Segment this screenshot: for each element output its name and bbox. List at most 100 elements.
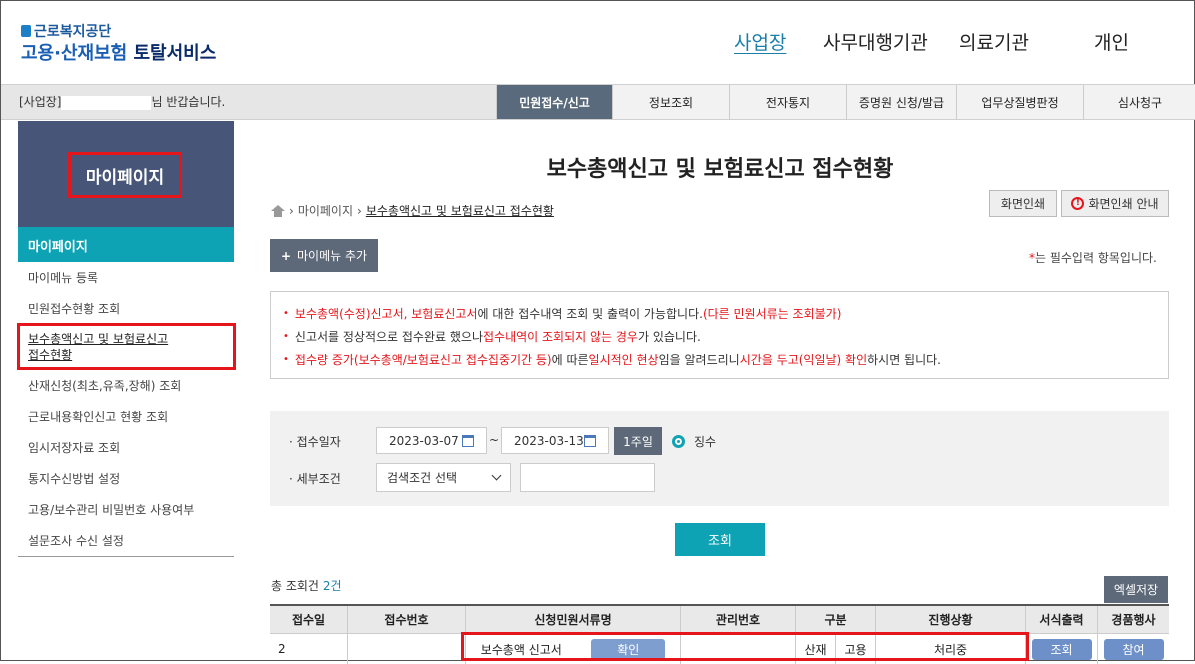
notice-3b: 에 따른: [551, 353, 589, 367]
print-guide-button[interactable]: ! 화면인쇄 안내: [1061, 190, 1169, 217]
notice-3e: 시간을 두고(익일날) 확인: [739, 353, 868, 367]
tab-civil-filing[interactable]: 민원접수/신고: [496, 85, 612, 119]
nav-personal[interactable]: 개인: [1094, 28, 1129, 55]
event-join-button[interactable]: 참여: [1103, 638, 1164, 660]
org-name: 근로복지공단: [34, 24, 112, 40]
date-to-input[interactable]: 2023-03-13: [501, 427, 609, 454]
logo-icon: [21, 25, 31, 37]
alert-icon: !: [1071, 197, 1085, 210]
radio-selected-icon[interactable]: [672, 435, 685, 448]
service-name-blue: 고용·산재보험: [21, 43, 128, 64]
nav-medical[interactable]: 의료기관: [959, 28, 1029, 55]
cell-print: 조회: [1026, 634, 1098, 664]
breadcrumb: › 마이페이지 › 보수총액신고 및 보험료신고 접수현황: [271, 202, 554, 219]
sidebar-item-temp-saved[interactable]: 임시저장자료 조회: [18, 432, 234, 463]
notice-2a: 신고서를 정상적으로 접수완료 했으나: [294, 330, 483, 344]
welcome-prefix: [사업장]: [19, 95, 62, 109]
detail-condition-select[interactable]: 검색조건 선택: [376, 463, 511, 492]
col-event: 경품행사: [1111, 613, 1156, 627]
notice-box: • 보수총액(수정)신고서, 보험료신고서 에 대한 접수내역 조회 및 출력이 가…: [270, 291, 1169, 379]
sidebar-item-survey[interactable]: 설문조사 수신 설정: [18, 525, 234, 556]
highlight-box-sidebar: [17, 323, 236, 370]
sidebar-menu: 마이메뉴 등록 민원접수현황 조회 보수총액신고 및 보험료신고 접수현황 산재신…: [18, 262, 234, 557]
date-range-separator: ~: [489, 433, 500, 447]
notice-2c: 가 있습니다.: [637, 330, 701, 344]
breadcrumb-sep-icon: ›: [289, 203, 294, 218]
breadcrumb-mypage[interactable]: 마이페이지: [298, 202, 353, 219]
sidebar-item-work-confirm[interactable]: 근로내용확인신고 현황 조회: [18, 401, 234, 432]
home-icon[interactable]: [271, 204, 285, 217]
date-to-value: 2023-03-13: [514, 433, 584, 448]
breadcrumb-sep-icon: ›: [357, 203, 362, 218]
calendar-icon[interactable]: [584, 434, 596, 447]
plus-icon: +: [280, 248, 291, 263]
col-print: 서식출력: [1026, 606, 1098, 633]
tab-info-inquiry[interactable]: 정보조회: [612, 85, 729, 119]
bullet-icon: •: [283, 308, 289, 319]
tab-occupational-disease[interactable]: 업무상질병판정: [956, 85, 1083, 119]
sidebar-banner-title: 마이페이지: [68, 152, 182, 198]
detail-label: · 세부조건: [289, 472, 341, 486]
cell-date: 2: [270, 634, 348, 664]
add-mymenu-button[interactable]: + 마이메뉴 추가: [270, 239, 378, 272]
tab-certificate[interactable]: 증명원 신청/발급: [846, 85, 956, 119]
detail-label-text: 세부조건: [296, 472, 341, 486]
notice-line-2: • 신고서를 정상적으로 접수완료 했으나 접수내역이 조회되지 않는 경우 가 있…: [283, 325, 1156, 348]
print-button[interactable]: 화면인쇄: [989, 190, 1057, 217]
breadcrumb-current[interactable]: 보수총액신고 및 보험료신고 접수현황: [366, 202, 554, 219]
bullet-icon: •: [283, 331, 289, 342]
detail-select-value: 검색조건 선택: [387, 471, 458, 485]
service-name-dark: 토탈서비스: [133, 43, 217, 64]
date-label: · 접수일자: [289, 435, 341, 449]
add-mymenu-label: 마이메뉴 추가: [297, 249, 368, 263]
nav-agency[interactable]: 사무대행기관: [823, 28, 928, 55]
total-count-value: 2건: [322, 579, 342, 593]
collection-radio-label[interactable]: 징수: [694, 433, 716, 450]
sidebar-item-accident[interactable]: 산재신청(최초,유족,장해) 조회: [18, 370, 234, 401]
date-from-input[interactable]: 2023-03-07: [376, 427, 487, 454]
notice-1a: 보수총액(수정)신고서, 보험료신고서: [294, 307, 478, 321]
page-title: 보수총액신고 및 보험료신고 접수현황: [546, 157, 894, 182]
excel-save-button[interactable]: 엑셀저장: [1104, 576, 1168, 603]
notice-3d: 임을 알려드리니: [658, 353, 740, 367]
required-note: *는 필수입력 항목입니다.: [1029, 249, 1157, 266]
nav-workplace[interactable]: 사업장: [734, 28, 786, 55]
one-week-button[interactable]: 1주일: [614, 427, 662, 455]
sidebar-item-password[interactable]: 고용/보수관리 비밀번호 사용여부: [18, 494, 234, 525]
col-date: 접수일: [270, 606, 348, 633]
tab-appeal[interactable]: 심사청구: [1083, 85, 1195, 119]
welcome-message: [사업장] 님 반갑습니다.: [19, 93, 225, 110]
total-label: 총 조회건: [271, 579, 319, 593]
query-button[interactable]: 조회: [675, 523, 765, 556]
notice-3a: 접수량 증가(보수총액/보험료신고 접수집중기간 등): [294, 353, 552, 367]
sidebar-banner: 마이페이지: [18, 121, 234, 227]
highlight-box-row: [461, 632, 1029, 661]
notice-line-3: • 접수량 증가(보수총액/보험료신고 접수집중기간 등) 에 따른 일시적인 현상…: [283, 348, 1156, 371]
sidebar-item-civil-status[interactable]: 민원접수현황 조회: [18, 293, 234, 324]
col-number: 접수번호: [348, 606, 466, 633]
notice-line-1: • 보수총액(수정)신고서, 보험료신고서 에 대한 접수내역 조회 및 출력이 가…: [283, 302, 1156, 325]
total-count: 총 조회건 2건: [271, 577, 342, 594]
calendar-icon[interactable]: [462, 434, 474, 447]
service-logo[interactable]: 고용·산재보험 토탈서비스: [21, 39, 216, 65]
tab-e-notice[interactable]: 전자통지: [729, 85, 846, 119]
notice-2b: 접수내역이 조회되지 않는 경우: [483, 330, 638, 344]
welcome-suffix: 님 반갑습니다.: [151, 95, 226, 109]
notice-1c: (다른 민원서류는 조회불가): [702, 307, 842, 321]
table-header: 접수일 접수번호 신청민원서류명 관리번호 구분 진행상황 서식출력 경품행사: [270, 606, 1169, 634]
sidebar-item-notice-method[interactable]: 통지수신방법 설정: [18, 463, 234, 494]
cell-event: 참여: [1098, 634, 1169, 664]
org-logo[interactable]: 근로복지공단: [21, 21, 111, 41]
required-note-text: 는 필수입력 항목입니다.: [1035, 251, 1157, 265]
detail-condition-input[interactable]: [520, 463, 655, 492]
chevron-down-icon: [491, 470, 502, 481]
date-label-text: 접수일자: [296, 435, 341, 449]
sidebar-item-mymenu[interactable]: 마이메뉴 등록: [18, 262, 234, 293]
notice-1b: 에 대한 접수내역 조회 및 출력이 가능합니다.: [477, 307, 703, 321]
masked-username: [61, 95, 152, 110]
col-mgmt-no: 관리번호: [681, 606, 796, 633]
print-view-button[interactable]: 조회: [1031, 638, 1092, 660]
collection-radio[interactable]: [672, 433, 685, 452]
col-status: 진행상황: [876, 606, 1026, 633]
sidebar-section-title[interactable]: 마이페이지: [18, 227, 234, 262]
